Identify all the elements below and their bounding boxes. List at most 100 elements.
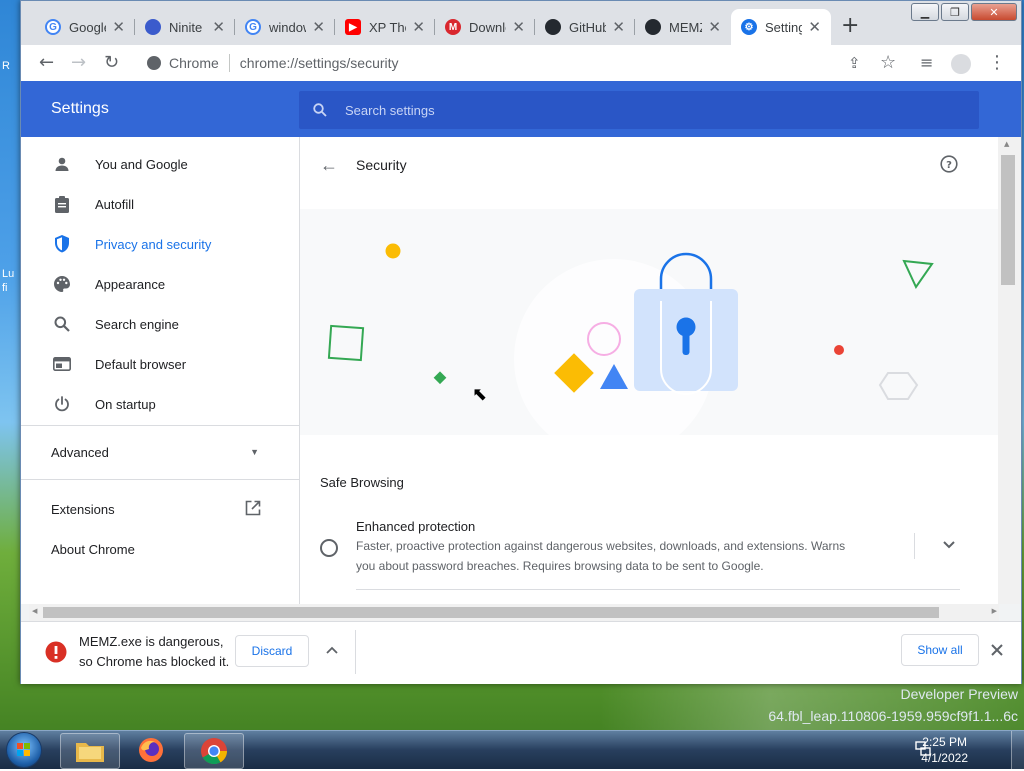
sidebar-item-you-and-google[interactable]: You and Google <box>21 144 299 184</box>
close-tab-icon[interactable]: ✕ <box>708 18 721 36</box>
omnibox[interactable]: Chrome chrome://settings/security <box>141 50 831 76</box>
option-divider <box>914 533 915 559</box>
download-divider <box>355 630 356 674</box>
tab-title: Ninite <box>169 19 203 35</box>
open-in-new-icon <box>245 500 261 519</box>
chevron-up-icon[interactable] <box>326 646 338 654</box>
close-icon[interactable] <box>991 644 1003 656</box>
horizontal-scrollbar[interactable]: ◀ ▶ <box>29 604 999 621</box>
bookmark-star-icon[interactable]: ☆ <box>880 53 896 73</box>
tab-strip: G Google ✕ Ninite ✕ G windows ✕ ▶ XP The… <box>21 1 1021 45</box>
reload-icon[interactable]: ↻ <box>104 53 119 73</box>
tab-windows[interactable]: G windows ✕ <box>235 9 335 45</box>
scrollbar-thumb[interactable] <box>1001 155 1015 285</box>
close-tab-icon[interactable]: ✕ <box>412 18 425 36</box>
new-tab-button[interactable]: + <box>841 15 859 37</box>
clock-time: 2:25 PM <box>922 735 967 749</box>
scroll-right-arrow-icon[interactable]: ▶ <box>992 607 997 615</box>
share-icon[interactable]: ⇪ <box>848 53 861 73</box>
settings-title: Settings <box>51 100 109 117</box>
windows-taskbar: 2:25 PM 4/1/2022 <box>0 730 1024 769</box>
tab-github[interactable]: GitHub ✕ <box>535 9 635 45</box>
discard-button[interactable]: Discard <box>235 635 309 667</box>
close-tab-icon[interactable]: ✕ <box>212 18 225 36</box>
close-tab-icon[interactable]: ✕ <box>512 18 525 36</box>
sidebar-item-privacy-and-security[interactable]: Privacy and security <box>21 224 299 264</box>
chrome-site-icon <box>147 56 161 70</box>
sidebar-item-extensions[interactable]: Extensions <box>21 489 299 529</box>
sidebar-item-about-chrome[interactable]: About Chrome <box>21 529 299 569</box>
taskbar-chrome[interactable] <box>184 733 244 769</box>
dropdown-arrow-icon: ▼ <box>250 447 259 457</box>
tab-memz[interactable]: MEMZ ✕ <box>635 9 731 45</box>
shield-icon <box>52 234 72 254</box>
tab-ninite[interactable]: Ninite ✕ <box>135 9 235 45</box>
browser-icon <box>52 354 72 374</box>
tab-download[interactable]: M Download ✕ <box>435 9 535 45</box>
help-icon[interactable]: ? <box>940 155 958 173</box>
sidebar-divider <box>21 479 299 480</box>
taskbar-firefox[interactable] <box>122 733 180 767</box>
tab-google[interactable]: G Google ✕ <box>35 9 135 45</box>
mouse-cursor-icon: ⬉ <box>472 384 488 404</box>
sidebar-advanced-toggle[interactable]: Advanced ▼ <box>21 432 299 472</box>
start-button[interactable] <box>6 732 42 768</box>
section-heading: Safe Browsing <box>320 475 404 490</box>
sidebar-item-search-engine[interactable]: Search engine <box>21 304 299 344</box>
sidebar-item-label: You and Google <box>95 156 188 172</box>
close-tab-icon[interactable]: ✕ <box>808 18 821 36</box>
tab-xp-the[interactable]: ▶ XP The ✕ <box>335 9 435 45</box>
tab-title: MEMZ <box>669 19 702 35</box>
show-desktop-button[interactable] <box>1011 731 1024 769</box>
option-title: Enhanced protection <box>356 519 476 534</box>
page-title: Security <box>356 157 407 173</box>
scroll-up-arrow-icon[interactable]: ▲ <box>1004 140 1009 148</box>
scroll-left-arrow-icon[interactable]: ◀ <box>32 607 37 615</box>
close-tab-icon[interactable]: ✕ <box>612 18 625 36</box>
scrollbar-thumb[interactable] <box>43 607 939 618</box>
tab-title: windows <box>269 19 306 35</box>
folder-icon <box>76 743 104 762</box>
youtube-icon: ▶ <box>345 19 361 35</box>
radio-enhanced-protection[interactable] <box>320 539 338 557</box>
sidebar-item-appearance[interactable]: Appearance <box>21 264 299 304</box>
show-all-button[interactable]: Show all <box>901 634 979 666</box>
media-queue-icon[interactable]: ≡ <box>920 53 933 73</box>
sidebar-item-autofill[interactable]: Autofill <box>21 184 299 224</box>
sidebar-item-on-startup[interactable]: On startup <box>21 384 299 424</box>
sidebar-item-default-browser[interactable]: Default browser <box>21 344 299 384</box>
site-label: Chrome <box>169 55 219 71</box>
search-settings-input[interactable] <box>343 101 747 119</box>
close-tab-icon[interactable]: ✕ <box>312 18 325 36</box>
developer-preview-watermark: Developer Preview <box>900 686 1019 702</box>
back-arrow-icon[interactable]: ← <box>320 155 338 176</box>
sidebar-item-label: Autofill <box>95 196 135 212</box>
menu-kebab-icon[interactable]: ⋮ <box>988 53 1006 73</box>
tab-settings[interactable]: ⚙ Settings ✕ <box>731 9 831 45</box>
close-window-button[interactable]: ✕ <box>971 3 1017 21</box>
settings-header: Settings <box>21 81 1021 137</box>
mega-icon: M <box>445 19 461 35</box>
forward-arrow-icon[interactable]: → <box>71 53 86 73</box>
ninite-icon <box>145 19 161 35</box>
back-arrow-icon[interactable]: ← <box>39 53 54 73</box>
expand-chevron-icon[interactable] <box>942 540 956 550</box>
sidebar-item-label: On startup <box>95 396 156 412</box>
lock-illustration <box>327 243 934 459</box>
maximize-button[interactable]: ❐ <box>941 3 969 21</box>
option-description-line2: you about password breaches. Requires br… <box>356 559 764 573</box>
sidebar-divider <box>21 425 299 426</box>
search-settings-box[interactable] <box>299 91 979 129</box>
close-tab-icon[interactable]: ✕ <box>112 18 125 36</box>
tab-title: Download <box>469 19 506 35</box>
profile-avatar-icon[interactable] <box>951 54 971 74</box>
clock-date: 4/1/2022 <box>921 751 968 765</box>
chrome-window: G Google ✕ Ninite ✕ G windows ✕ ▶ XP The… <box>20 0 1022 684</box>
taskbar-explorer[interactable] <box>60 733 120 769</box>
danger-warning-icon <box>45 641 67 663</box>
system-clock[interactable]: 2:25 PM 4/1/2022 <box>921 734 968 766</box>
minimize-button[interactable]: ▁ <box>911 3 939 21</box>
search-icon <box>52 314 72 334</box>
power-icon <box>52 394 72 414</box>
vertical-scrollbar[interactable]: ▲ <box>998 137 1020 604</box>
